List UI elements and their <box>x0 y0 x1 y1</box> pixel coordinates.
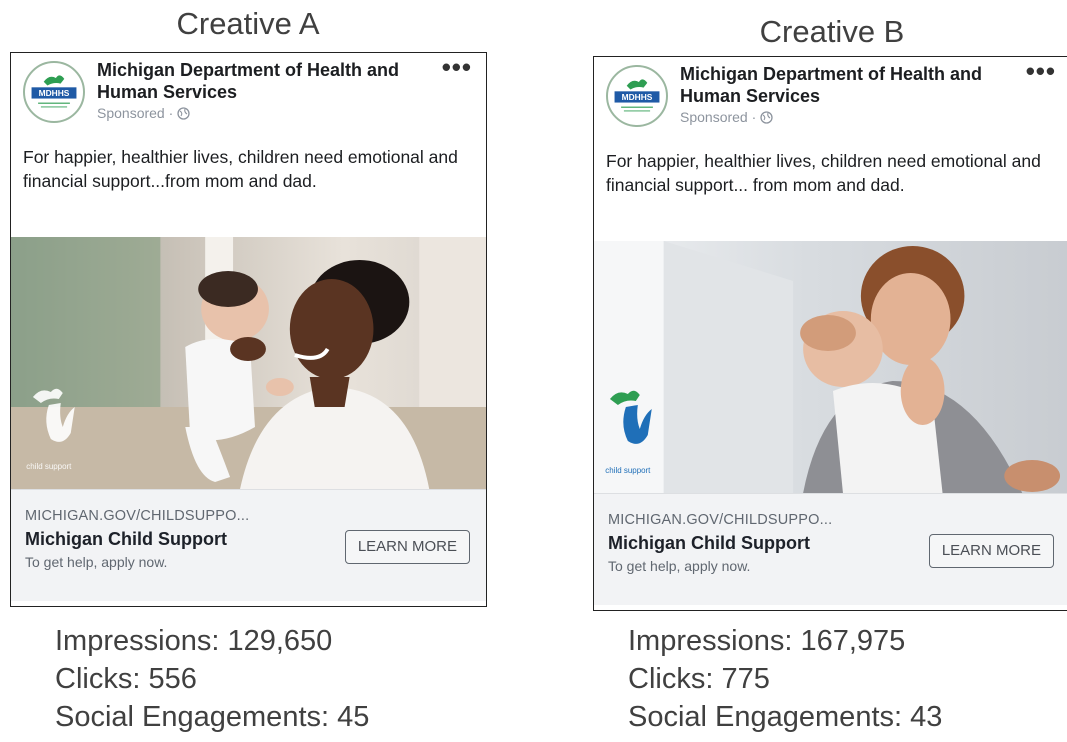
ad-card-a: MDHHS Michigan Department of Health and … <box>10 52 487 607</box>
sponsored-text: Sponsored · <box>97 105 174 121</box>
creative-b-title: Creative B <box>759 14 905 49</box>
ad-photo[interactable]: child support <box>11 237 486 489</box>
logo-text: MDHHS <box>39 88 70 98</box>
link-url[interactable]: MICHIGAN.GOV/CHILDSUPPO... <box>608 512 1058 528</box>
creative-a-title: Creative A <box>176 6 320 41</box>
ad-link-footer[interactable]: MICHIGAN.GOV/CHILDSUPPO... Michigan Chil… <box>11 489 486 601</box>
clicks-stat: Clicks: 775 <box>628 663 770 695</box>
watermark-text: child support <box>26 462 72 471</box>
more-horizontal-icon[interactable]: ••• <box>442 54 472 80</box>
ad-body-text: For happier, healthier lives, children n… <box>606 151 1041 195</box>
link-url[interactable]: MICHIGAN.GOV/CHILDSUPPO... <box>25 508 474 524</box>
ad-body-text: For happier, healthier lives, children n… <box>23 147 458 191</box>
clicks-stat: Clicks: 556 <box>55 663 197 695</box>
ad-header: MDHHS Michigan Department of Health and … <box>11 53 486 145</box>
ad-header: MDHHS Michigan Department of Health and … <box>594 57 1067 149</box>
engagements-stat: Social Engagements: 43 <box>628 701 943 733</box>
mdhhs-logo[interactable]: MDHHS <box>606 65 668 127</box>
sponsored-text: Sponsored · <box>680 109 757 125</box>
ad-link-footer[interactable]: MICHIGAN.GOV/CHILDSUPPO... Michigan Chil… <box>594 493 1067 605</box>
sponsored-label: Sponsored · <box>680 109 773 127</box>
learn-more-button[interactable]: LEARN MORE <box>928 534 1054 568</box>
more-horizontal-icon[interactable]: ••• <box>1026 58 1056 84</box>
engagements-stat: Social Engagements: 45 <box>55 701 370 733</box>
stats-b: Impressions: 167,975 Clicks: 775 Social … <box>628 622 942 736</box>
ad-card-b: MDHHS Michigan Department of Health and … <box>593 56 1067 611</box>
globe-icon <box>760 111 773 127</box>
page-name[interactable]: Michigan Department of Health and Human … <box>97 59 417 103</box>
globe-icon <box>177 107 190 123</box>
logo-text: MDHHS <box>622 92 653 102</box>
watermark-text: child support <box>605 466 651 475</box>
mdhhs-logo[interactable]: MDHHS <box>23 61 85 123</box>
impressions-stat: Impressions: 167,975 <box>628 625 906 657</box>
impressions-stat: Impressions: 129,650 <box>55 625 333 657</box>
stats-a: Impressions: 129,650 Clicks: 556 Social … <box>55 622 369 736</box>
ad-photo[interactable]: child support <box>594 241 1067 493</box>
sponsored-label: Sponsored · <box>97 105 190 123</box>
learn-more-button[interactable]: LEARN MORE <box>344 530 470 564</box>
page-name[interactable]: Michigan Department of Health and Human … <box>680 63 1000 107</box>
